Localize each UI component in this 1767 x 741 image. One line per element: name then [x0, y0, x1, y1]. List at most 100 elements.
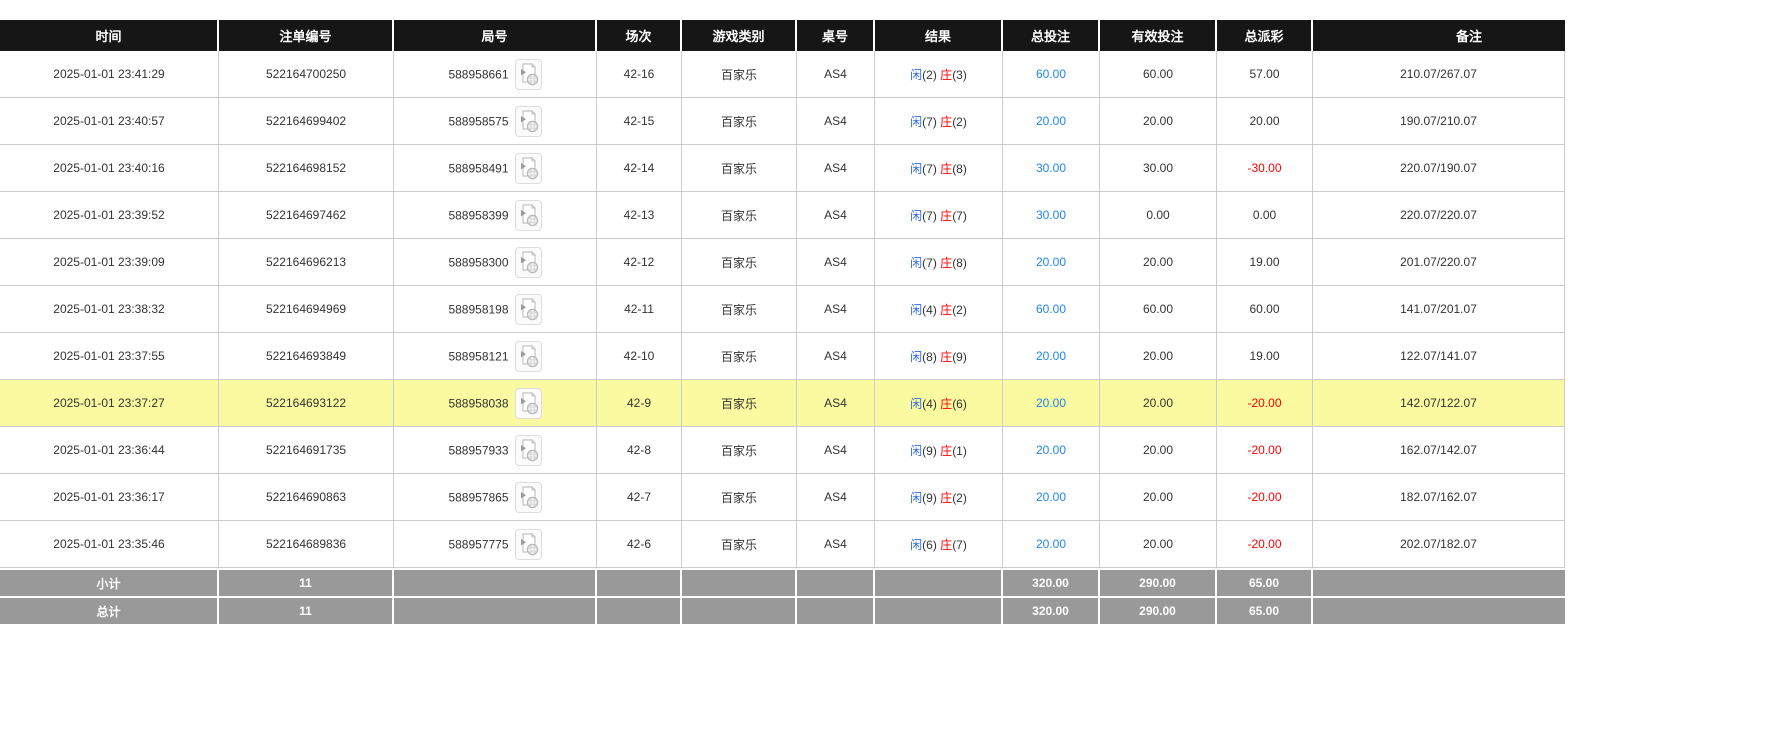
banker-result-value: (1): [952, 444, 967, 458]
player-result-label: 闲: [910, 350, 922, 364]
video-replay-icon: [516, 60, 541, 89]
cell-remark: 220.07/220.07: [1313, 192, 1565, 239]
cell-round-id: 588958198: [394, 286, 597, 333]
table-row[interactable]: 2025-01-01 23:38:32 522164694969 5889581…: [0, 286, 1565, 333]
player-result-label: 闲: [910, 491, 922, 505]
video-replay-button[interactable]: [515, 153, 542, 184]
table-row[interactable]: 2025-01-01 23:39:52 522164697462 5889583…: [0, 192, 1565, 239]
video-replay-button[interactable]: [515, 200, 542, 231]
round-id-text: 588958575: [448, 114, 508, 128]
cell-bet-id: 522164696213: [219, 239, 394, 286]
col-header-session: 场次: [597, 20, 682, 51]
cell-total-bet[interactable]: 60.00: [1003, 286, 1100, 333]
cell-game-type: 百家乐: [682, 427, 797, 474]
cell-result: 闲(6) 庄(7): [875, 521, 1003, 568]
cell-time: 2025-01-01 23:37:55: [0, 333, 219, 380]
table-row[interactable]: 2025-01-01 23:41:29 522164700250 5889586…: [0, 51, 1565, 98]
video-replay-button[interactable]: [515, 341, 542, 372]
cell-table-no: AS4: [797, 521, 875, 568]
cell-remark: 190.07/210.07: [1313, 98, 1565, 145]
banker-result-label: 庄: [940, 303, 952, 317]
player-result-label: 闲: [910, 115, 922, 129]
round-id-text: 588958038: [448, 396, 508, 410]
cell-total-bet[interactable]: 20.00: [1003, 427, 1100, 474]
round-id-text: 588958198: [448, 302, 508, 316]
cell-total-bet[interactable]: 20.00: [1003, 380, 1100, 427]
video-replay-button[interactable]: [515, 294, 542, 325]
video-replay-button[interactable]: [515, 435, 542, 466]
player-result-value: (7): [922, 256, 937, 270]
cell-session: 42-10: [597, 333, 682, 380]
cell-valid-bet: 20.00: [1100, 239, 1217, 286]
cell-total-bet[interactable]: 30.00: [1003, 192, 1100, 239]
table-row[interactable]: 2025-01-01 23:36:44 522164691735 5889579…: [0, 427, 1565, 474]
cell-valid-bet: 20.00: [1100, 333, 1217, 380]
summary-count: 11: [219, 568, 394, 596]
cell-remark: 141.07/201.07: [1313, 286, 1565, 333]
player-result-label: 闲: [910, 256, 922, 270]
video-replay-button[interactable]: [515, 529, 542, 560]
table-row[interactable]: 2025-01-01 23:35:46 522164689836 5889577…: [0, 521, 1565, 568]
round-id-text: 588958121: [448, 349, 508, 363]
cell-table-no: AS4: [797, 192, 875, 239]
player-result-value: (7): [922, 162, 937, 176]
player-result-label: 闲: [910, 303, 922, 317]
table-row[interactable]: 2025-01-01 23:37:27 522164693122 5889580…: [0, 380, 1565, 427]
table-row[interactable]: 2025-01-01 23:40:16 522164698152 5889584…: [0, 145, 1565, 192]
video-replay-button[interactable]: [515, 388, 542, 419]
banker-result-label: 庄: [940, 256, 952, 270]
cell-table-no: AS4: [797, 333, 875, 380]
cell-round-id: 588958399: [394, 192, 597, 239]
cell-total-bet[interactable]: 30.00: [1003, 145, 1100, 192]
table-row[interactable]: 2025-01-01 23:39:09 522164696213 5889583…: [0, 239, 1565, 286]
cell-total-bet[interactable]: 20.00: [1003, 239, 1100, 286]
cell-session: 42-9: [597, 380, 682, 427]
banker-result-value: (9): [952, 350, 967, 364]
cell-total-payout: -20.00: [1217, 474, 1313, 521]
cell-session: 42-8: [597, 427, 682, 474]
video-replay-icon: [516, 389, 541, 418]
video-replay-button[interactable]: [515, 106, 542, 137]
cell-result: 闲(8) 庄(9): [875, 333, 1003, 380]
col-header-round-id: 局号: [394, 20, 597, 51]
video-replay-icon: [516, 248, 541, 277]
cell-total-bet[interactable]: 60.00: [1003, 51, 1100, 98]
summary-label: 小计: [0, 568, 219, 596]
summary-empty-round: [394, 596, 597, 624]
cell-session: 42-14: [597, 145, 682, 192]
cell-total-bet[interactable]: 20.00: [1003, 98, 1100, 145]
summary-row: 小计 11 320.00 290.00 65.00: [0, 568, 1565, 596]
banker-result-value: (8): [952, 256, 967, 270]
banker-result-value: (2): [952, 303, 967, 317]
cell-bet-id: 522164699402: [219, 98, 394, 145]
cell-session: 42-12: [597, 239, 682, 286]
table-row[interactable]: 2025-01-01 23:40:57 522164699402 5889585…: [0, 98, 1565, 145]
cell-bet-id: 522164697462: [219, 192, 394, 239]
banker-result-label: 庄: [940, 397, 952, 411]
video-replay-button[interactable]: [515, 482, 542, 513]
col-header-valid-bet: 有效投注: [1100, 20, 1217, 51]
cell-valid-bet: 60.00: [1100, 286, 1217, 333]
cell-total-bet[interactable]: 20.00: [1003, 521, 1100, 568]
cell-total-bet[interactable]: 20.00: [1003, 474, 1100, 521]
video-replay-button[interactable]: [515, 59, 542, 90]
video-replay-button[interactable]: [515, 247, 542, 278]
cell-result: 闲(7) 庄(8): [875, 239, 1003, 286]
player-result-label: 闲: [910, 162, 922, 176]
banker-result-value: (8): [952, 162, 967, 176]
banker-result-label: 庄: [940, 350, 952, 364]
cell-session: 42-15: [597, 98, 682, 145]
summary-empty-table-no: [797, 596, 875, 624]
player-result-value: (4): [922, 303, 937, 317]
cell-time: 2025-01-01 23:39:52: [0, 192, 219, 239]
round-id-text: 588958491: [448, 161, 508, 175]
round-id-text: 588958661: [448, 67, 508, 81]
player-result-value: (8): [922, 350, 937, 364]
table-row[interactable]: 2025-01-01 23:37:55 522164693849 5889581…: [0, 333, 1565, 380]
table-row[interactable]: 2025-01-01 23:36:17 522164690863 5889578…: [0, 474, 1565, 521]
cell-total-bet[interactable]: 20.00: [1003, 333, 1100, 380]
cell-table-no: AS4: [797, 239, 875, 286]
cell-table-no: AS4: [797, 51, 875, 98]
cell-bet-id: 522164691735: [219, 427, 394, 474]
cell-remark: 122.07/141.07: [1313, 333, 1565, 380]
